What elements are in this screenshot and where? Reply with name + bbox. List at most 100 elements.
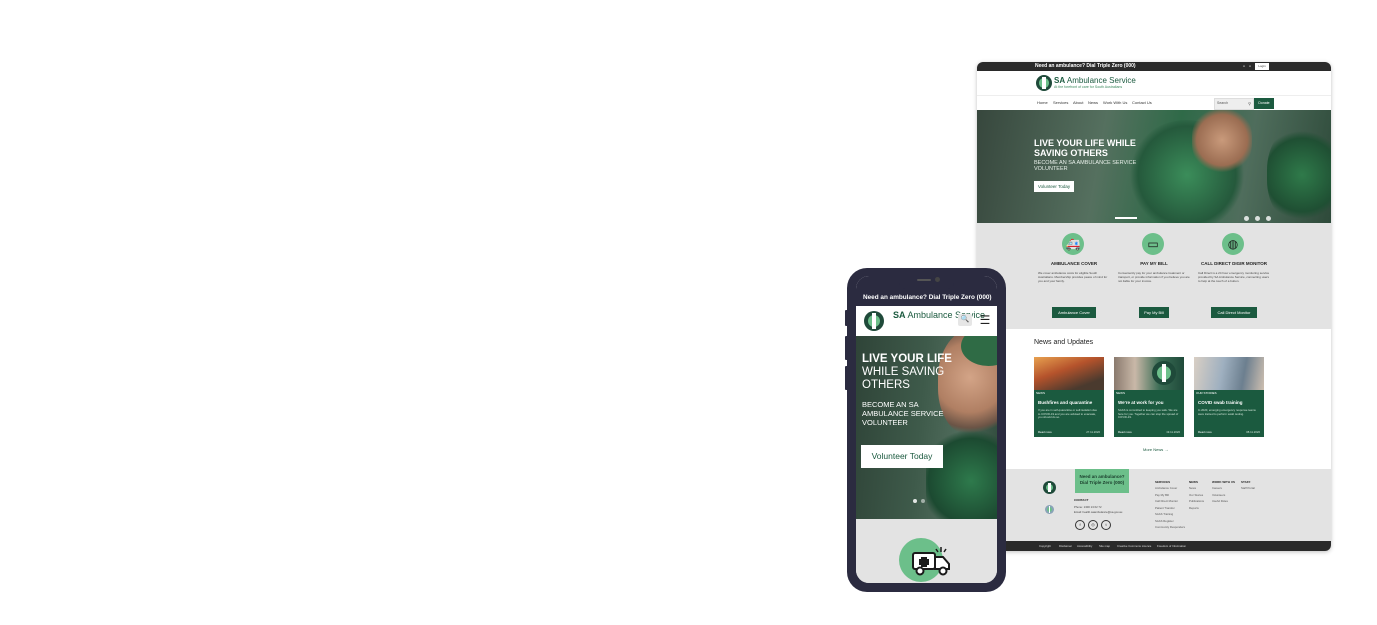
service-call-direct: ◍ CALL DIRECT DIGIR MONITOR Call Direct … [1194, 233, 1274, 325]
phone-notch [899, 273, 954, 289]
nav-item-services[interactable]: Services [1053, 100, 1068, 106]
twitter-icon[interactable]: t [1101, 520, 1111, 530]
search-input[interactable]: Search ⚲ [1214, 98, 1254, 110]
more-news-link[interactable]: More News → [1143, 447, 1168, 453]
phone-monitor-icon: ◍ [1222, 233, 1244, 255]
phone-volume-down [845, 366, 848, 390]
service-title: AMBULANCE COVER [1050, 261, 1098, 266]
service-text: Conveniently pay for your ambulance trea… [1118, 271, 1190, 283]
desktop-news-section: News and Updates NEWS Bushfires and quar… [977, 329, 1331, 469]
news-card[interactable]: NEWS We're at work for you SAAS is commi… [1114, 357, 1184, 437]
news-card[interactable]: NEWS Bushfires and quarantine If you are… [1034, 357, 1104, 437]
mobile-hero-title: LIVE YOUR LIFE WHILE SAVING OTHERS [862, 353, 952, 391]
search-icon[interactable]: 🔍 [958, 314, 972, 326]
news-card[interactable]: OUR STORIES COVID swab training In 2020,… [1194, 357, 1264, 437]
service-title: CALL DIRECT DIGIR MONITOR [1200, 261, 1268, 266]
hero-subtitle: BECOME AN SA AMBULANCE SERVICE VOLUNTEER [1034, 160, 1137, 172]
ambulance-icon [912, 547, 950, 576]
carousel-dot[interactable] [921, 499, 925, 503]
news-card-date: 27.11.2020 [1086, 430, 1100, 434]
mobile-header: SA Ambulance Service 🔍 ☰ [856, 306, 997, 336]
news-card-title: COVID swab training [1198, 400, 1243, 405]
legal-link[interactable]: Creative Commons Licence [1117, 544, 1151, 548]
service-pay-my-bill: ▭ PAY MY BILL Conveniently pay for your … [1114, 233, 1194, 325]
news-card-text: If you are in self-quarantine or self-is… [1038, 408, 1097, 419]
desktop-footer: Need an ambulance? Dial Triple Zero (000… [977, 469, 1331, 541]
hero-title: LIVE YOUR LIFE WHILE SAVING OTHERS [1034, 138, 1136, 158]
carousel-next-dot[interactable] [1266, 216, 1271, 221]
news-card-tag: NEWS [1036, 391, 1045, 395]
phone-volume-up [845, 336, 848, 360]
carousel-dot[interactable] [913, 499, 917, 503]
facebook-icon[interactable]: f [1075, 520, 1085, 530]
legal-link[interactable]: Disclaimer [1059, 544, 1072, 548]
donate-button[interactable]: Donate [1254, 98, 1274, 109]
hero-photo-uniform [926, 426, 997, 519]
footer-link[interactable]: Staff Portal [1241, 485, 1255, 492]
phone-mute-switch [845, 310, 848, 326]
sa-ambulance-logo[interactable] [864, 311, 884, 331]
font-size-small-button[interactable]: A [1243, 64, 1245, 69]
read-more-link[interactable]: Read more [1038, 431, 1052, 434]
footer-emergency-cta: Need an ambulance? Dial Triple Zero (000… [1075, 469, 1129, 493]
credit-card-icon: ▭ [1142, 233, 1164, 255]
emergency-call-text: Need an ambulance? Dial Triple Zero (000… [1035, 63, 1136, 69]
search-icon[interactable]: ⚲ [1248, 101, 1251, 106]
phone-speaker [917, 279, 931, 281]
footer-link[interactable]: Publications [1189, 498, 1204, 505]
instagram-icon[interactable]: ◎ [1088, 520, 1098, 530]
call-direct-monitor-button[interactable]: Call Direct Monitor [1211, 307, 1257, 318]
legal-link[interactable]: Accessibility [1077, 544, 1092, 548]
sa-ambulance-logo[interactable] [1036, 75, 1052, 91]
legal-link[interactable]: Freedom of Information [1157, 544, 1186, 548]
footer-cta-text: Need an ambulance? Dial Triple Zero (000… [1079, 474, 1125, 485]
search-placeholder: Search [1217, 101, 1229, 105]
hamburger-menu-icon[interactable]: ☰ [979, 313, 991, 327]
news-card-tag: OUR STORIES [1196, 391, 1217, 395]
desktop-mockup: Need an ambulance? Dial Triple Zero (000… [977, 62, 1331, 551]
footer-column-news: NEWS News Our Stories Publications Repor… [1189, 480, 1204, 511]
news-card-date: 19.11.2020 [1166, 430, 1180, 434]
font-size-large-button[interactable]: A [1249, 64, 1251, 69]
desktop-header: SA Ambulance Service At the forefront of… [977, 71, 1331, 95]
read-more-link[interactable]: Read more [1118, 431, 1132, 434]
news-card-image [1194, 357, 1264, 390]
footer-email[interactable]: Email: health.saambulance@sa.gov.au [1074, 510, 1122, 514]
service-ambulance-cover: 🚑 AMBULANCE COVER We cover ambulance cos… [1034, 233, 1114, 325]
footer-link[interactable]: Community Responders [1155, 524, 1185, 531]
news-card-title: We're at work for you [1118, 400, 1164, 405]
login-button[interactable]: Login [1255, 63, 1269, 70]
carousel-prev-dot[interactable] [1244, 216, 1249, 221]
service-text: Call Direct is a 24 hour emergency monit… [1198, 271, 1270, 283]
nav-item-work-with-us[interactable]: Work With Us [1103, 100, 1127, 106]
ambulance-cover-button[interactable]: Ambulance Cover [1052, 307, 1096, 318]
pay-my-bill-button[interactable]: Pay My Bill [1139, 307, 1169, 318]
news-card-image [1034, 357, 1104, 390]
sa-ambulance-logo[interactable] [1043, 481, 1056, 494]
footer-column-services: SERVICES Ambulance Cover Pay My Bill Cal… [1155, 480, 1185, 531]
footer-link[interactable]: Reports [1189, 505, 1204, 512]
news-card-date: 08.11.2020 [1246, 430, 1260, 434]
footer-link[interactable]: Useful Roles [1212, 498, 1235, 505]
desktop-services-section: 🚑 AMBULANCE COVER We cover ambulance cos… [977, 223, 1331, 329]
volunteer-today-button[interactable]: Volunteer Today [861, 445, 943, 468]
desktop-hero-banner: LIVE YOUR LIFE WHILE SAVING OTHERS BECOM… [977, 110, 1331, 223]
news-card-tag: NEWS [1116, 391, 1125, 395]
hero-photo-patient [1267, 125, 1331, 223]
ambulance-icon: 🚑 [1062, 233, 1084, 255]
nav-item-home[interactable]: Home [1037, 100, 1048, 106]
legal-link[interactable]: Copyright [1039, 544, 1051, 548]
footer-contact-heading: CONTACT [1074, 498, 1089, 502]
volunteer-today-button[interactable]: Volunteer Today [1034, 181, 1074, 192]
footer-phone[interactable]: Phone: 1300 13 62 72 [1074, 505, 1102, 509]
carousel-pause-dot[interactable] [1255, 216, 1260, 221]
read-more-link[interactable]: Read more [1198, 431, 1212, 434]
desktop-legal-bar: Copyright Disclaimer Accessibility Site … [977, 541, 1331, 551]
legal-link[interactable]: Site map [1099, 544, 1110, 548]
nav-item-news[interactable]: News [1088, 100, 1098, 106]
sa-health-logo[interactable] [1045, 505, 1054, 514]
nav-item-about[interactable]: About [1073, 100, 1083, 106]
nav-item-contact-us[interactable]: Contact Us [1132, 100, 1152, 106]
brand-name: SA Ambulance Service [1054, 76, 1136, 85]
footer-column-work-with-us: WORK WITH US Careers Volunteers Useful R… [1212, 480, 1235, 505]
